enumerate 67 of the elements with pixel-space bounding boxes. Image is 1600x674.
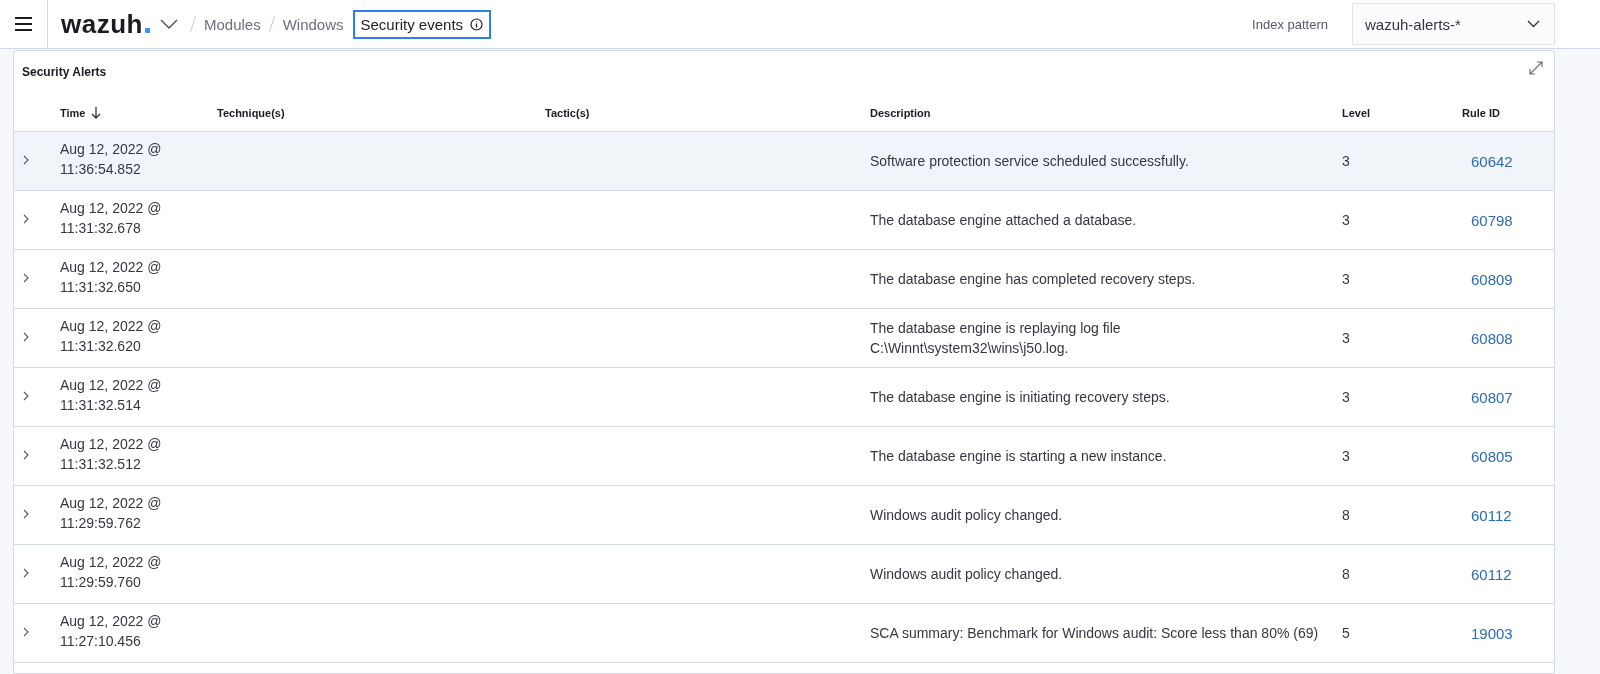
index-pattern-label: Index pattern bbox=[1252, 16, 1328, 32]
chevron-right-icon bbox=[23, 627, 29, 637]
breadcrumb-separator bbox=[189, 16, 196, 32]
breadcrumb-separator bbox=[268, 16, 275, 32]
index-pattern-select[interactable]: wazuh-alerts-* bbox=[1352, 3, 1555, 45]
time-cell-text: Aug 12, 2022 @ 11:31:32.514 bbox=[60, 376, 163, 415]
description-cell-text: The database engine is initiating recovery steps. bbox=[870, 388, 1171, 407]
chevron-right-icon bbox=[23, 214, 29, 224]
level-cell-text: 3 bbox=[1342, 152, 1351, 171]
time-cell-text: Aug 12, 2022 @ 11:31:32.678 bbox=[60, 199, 163, 238]
level-cell-text: 8 bbox=[1342, 506, 1351, 525]
chevron-down-icon bbox=[159, 19, 178, 29]
level-cell-text: 3 bbox=[1342, 329, 1351, 348]
rule-id-link[interactable]: 60807 bbox=[1452, 388, 1554, 406]
column-header[interactable]: Rule ID bbox=[1452, 107, 1554, 119]
breadcrumb-link[interactable]: Windows bbox=[282, 15, 344, 33]
level-cell-text: 5 bbox=[1342, 624, 1351, 643]
chevron-down-icon bbox=[1527, 20, 1540, 28]
column-header[interactable]: Level bbox=[1342, 107, 1452, 119]
column-header[interactable]: Time bbox=[60, 107, 217, 119]
time-cell-text: Aug 12, 2022 @ 11:31:32.650 bbox=[60, 258, 163, 297]
rule-id-link[interactable]: 60798 bbox=[1452, 211, 1554, 229]
rule-id-link[interactable]: 60642 bbox=[1452, 152, 1554, 170]
rule-id-link[interactable]: 60808 bbox=[1452, 329, 1554, 347]
description-cell-text: Software protection service scheduled successfully. bbox=[870, 152, 1190, 171]
column-header[interactable]: Technique(s) bbox=[217, 107, 545, 119]
time-cell-text: Aug 12, 2022 @ 11:29:59.760 bbox=[60, 553, 163, 592]
chevron-right-icon bbox=[23, 450, 29, 460]
breadcrumb-link[interactable]: Modules bbox=[203, 15, 261, 33]
table-row[interactable]: Aug 12, 2022 @ 11:36:54.852 Software protection service scheduled successfully. 3 60642 bbox=[14, 132, 1554, 191]
rule-id-link[interactable]: 60805 bbox=[1452, 447, 1554, 465]
chevron-right-icon bbox=[23, 509, 29, 519]
menu-icon bbox=[15, 17, 32, 31]
chevron-right-icon bbox=[23, 568, 29, 578]
current-breadcrumb[interactable]: Security events bbox=[352, 9, 492, 39]
description-cell-text: Windows audit policy changed. bbox=[870, 565, 1064, 584]
time-cell-text: Aug 12, 2022 @ 11:31:32.620 bbox=[60, 317, 163, 356]
time-cell-text: Aug 12, 2022 @ 11:27:10.456 bbox=[60, 612, 163, 651]
chevron-right-icon bbox=[23, 391, 29, 401]
level-cell-text: 3 bbox=[1342, 211, 1351, 230]
chevron-right-icon bbox=[23, 155, 29, 165]
column-header[interactable]: Description bbox=[870, 107, 1342, 119]
description-cell-text: Windows audit policy changed. bbox=[870, 506, 1064, 525]
description-cell-text: SCA summary: Benchmark for Windows audit: Score less than 80% (69) bbox=[870, 624, 1319, 643]
rule-id-link[interactable]: 60809 bbox=[1452, 270, 1554, 288]
level-cell-text: 3 bbox=[1342, 388, 1351, 407]
panel-title: Security Alerts bbox=[22, 65, 107, 81]
rule-id-link[interactable]: 60112 bbox=[1452, 565, 1554, 583]
logo[interactable]: wazuh bbox=[61, 8, 150, 40]
time-cell-text: Aug 12, 2022 @ 11:29:59.762 bbox=[60, 494, 163, 533]
rule-id-link[interactable]: 60112 bbox=[1452, 506, 1554, 524]
description-cell-text: The database engine is starting a new instance. bbox=[870, 447, 1168, 466]
description-cell-text: The database engine attached a database. bbox=[870, 211, 1138, 230]
chevron-right-icon bbox=[23, 273, 29, 283]
description-cell-text: The database engine has completed recovery steps. bbox=[870, 270, 1197, 289]
expand-icon bbox=[1528, 59, 1544, 76]
description-cell-text: The database engine is replaying log file C:\Winnt\system32\wins\j50.log. bbox=[870, 319, 1122, 358]
level-cell-text: 8 bbox=[1342, 565, 1351, 584]
column-header[interactable]: Tactic(s) bbox=[545, 107, 870, 119]
time-cell-text: Aug 12, 2022 @ 11:36:54.852 bbox=[60, 140, 163, 179]
level-cell-text: 3 bbox=[1342, 270, 1351, 289]
chevron-right-icon bbox=[23, 332, 29, 342]
time-cell-text: Aug 12, 2022 @ 11:31:32.512 bbox=[60, 435, 163, 474]
level-cell-text: 3 bbox=[1342, 447, 1351, 466]
rule-id-link[interactable]: 19003 bbox=[1452, 624, 1554, 642]
sort-down-icon bbox=[91, 107, 102, 119]
info-icon bbox=[470, 17, 484, 31]
